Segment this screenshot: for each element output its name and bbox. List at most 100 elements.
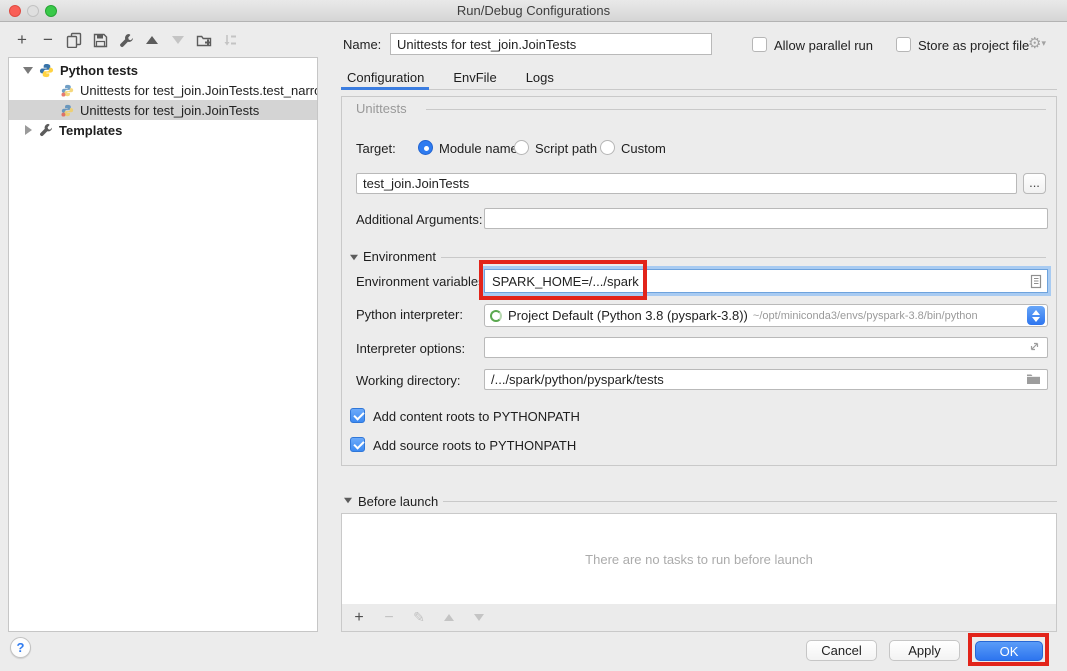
target-label: Target: [356,141,396,156]
zoom-window-button[interactable] [45,5,57,17]
interpreter-dropdown-stepper[interactable] [1027,306,1045,325]
edit-task-button[interactable]: ✎ [410,609,428,627]
window-title: Run/Debug Configurations [0,0,1067,21]
tab-logs[interactable]: Logs [526,70,554,90]
sort-configurations-button[interactable] [221,31,239,49]
tree-item-label: Templates [59,123,122,138]
additional-arguments-label: Additional Arguments: [356,212,482,227]
active-tab-indicator [341,87,429,90]
target-custom-radio[interactable] [600,140,615,155]
run-debug-configurations-dialog: Run/Debug Configurations + − [0,0,1067,671]
target-script-path-radio[interactable] [514,140,529,155]
remove-configuration-button[interactable]: − [39,31,57,49]
folder-icon[interactable] [1026,372,1041,385]
configurations-toolbar: + − [13,31,239,49]
section-divider [441,257,1046,258]
allow-parallel-run-label: Allow parallel run [774,38,873,53]
move-down-icon [474,614,484,621]
python-test-icon [61,84,74,97]
add-configuration-button[interactable]: + [13,31,31,49]
environment-section-label: Environment [363,249,436,264]
python-interpreter-path: ~/opt/miniconda3/envs/pyspark-3.8/bin/py… [753,310,1027,322]
tree-item-unittest-narrow[interactable]: Unittests for test_join.JoinTests.test_n… [9,80,317,100]
store-as-project-file-label: Store as project file [918,38,1029,53]
close-window-button[interactable] [9,5,21,17]
move-up-icon [146,36,158,44]
configuration-panel: Unittests Target: Module name Script pat… [341,96,1057,466]
save-icon [93,33,108,48]
add-content-roots-checkbox[interactable] [350,408,365,423]
tree-item-templates[interactable]: Templates [9,120,317,140]
plus-icon: + [17,32,27,48]
tree-item-label: Unittests for test_join.JoinTests.test_n… [80,83,317,98]
templates-wrench-icon [39,123,53,137]
browse-module-button[interactable]: ... [1023,173,1046,194]
target-module-name-radio[interactable] [418,140,433,155]
minimize-window-button[interactable] [27,5,39,17]
create-folder-button[interactable] [195,31,213,49]
expand-arrow-icon[interactable] [21,67,35,74]
wrench-icon [119,33,134,48]
help-button[interactable]: ? [10,637,31,658]
add-task-button[interactable]: + [350,609,368,627]
python-test-icon [61,104,74,117]
move-up-icon [444,614,454,621]
name-input[interactable] [390,33,712,55]
add-source-roots-label: Add source roots to PYTHONPATH [373,438,576,453]
section-divider [443,501,1057,502]
tree-item-unittest-jointests-selected[interactable]: Unittests for test_join.JoinTests [9,100,317,120]
section-divider [426,109,1046,110]
new-folder-icon [196,33,212,48]
tree-item-label: Unittests for test_join.JoinTests [80,103,259,118]
add-source-roots-checkbox[interactable] [350,437,365,452]
move-task-down-button[interactable] [470,609,488,627]
move-up-button[interactable] [143,31,161,49]
before-launch-empty-message: There are no tasks to run before launch [342,514,1056,605]
environment-expand-icon[interactable] [349,254,359,261]
pencil-icon: ✎ [413,609,425,626]
unittests-section-label: Unittests [356,101,407,116]
edit-templates-button[interactable] [117,31,135,49]
interpreter-options-input[interactable] [484,337,1048,358]
plus-icon: + [354,610,363,626]
before-launch-task-list: There are no tasks to run before launch … [341,513,1057,632]
copy-configuration-button[interactable] [65,31,83,49]
name-label: Name: [343,37,381,52]
cancel-button[interactable]: Cancel [806,640,877,661]
before-launch-toolbar: + − ✎ [342,604,1056,631]
before-launch-section-label: Before launch [358,494,438,509]
tab-envfile[interactable]: EnvFile [453,70,496,90]
module-name-input[interactable] [356,173,1017,194]
store-options-gear-icon[interactable]: ⚙▾ [1028,34,1046,52]
working-directory-input[interactable] [484,369,1048,390]
sort-alphabetically-icon [223,33,238,48]
python-interpreter-value: Project Default (Python 3.8 (pyspark-3.8… [508,308,748,323]
move-task-up-button[interactable] [440,609,458,627]
ok-button[interactable]: OK [975,641,1043,661]
target-custom-label: Custom [621,141,666,156]
store-as-project-file-checkbox[interactable] [896,37,911,52]
environment-variables-label: Environment variables: [356,274,488,289]
tree-item-python-tests[interactable]: Python tests [9,60,317,80]
python-interpreter-select[interactable]: Project Default (Python 3.8 (pyspark-3.8… [484,304,1048,327]
save-configuration-button[interactable] [91,31,109,49]
apply-button[interactable]: Apply [889,640,960,661]
env-vars-editor-icon[interactable] [1029,274,1043,289]
allow-parallel-run-checkbox[interactable] [752,37,767,52]
interpreter-options-label: Interpreter options: [356,341,465,356]
copy-icon [66,32,82,48]
environment-variables-field[interactable]: SPARK_HOME=/.../spark [484,269,1048,293]
before-launch-expand-icon[interactable] [343,497,353,504]
move-down-button[interactable] [169,31,187,49]
expand-editor-icon[interactable] [1028,340,1041,353]
python-interpreter-label: Python interpreter: [356,307,463,322]
python-icon [39,63,54,78]
tab-divider [341,89,1057,90]
remove-task-button[interactable]: − [380,609,398,627]
tree-item-label: Python tests [60,63,138,78]
titlebar: Run/Debug Configurations [0,0,1067,22]
minus-icon: − [384,609,393,627]
additional-arguments-input[interactable] [484,208,1048,229]
collapse-arrow-icon[interactable] [21,125,35,135]
target-module-name-label: Module name [439,141,518,156]
